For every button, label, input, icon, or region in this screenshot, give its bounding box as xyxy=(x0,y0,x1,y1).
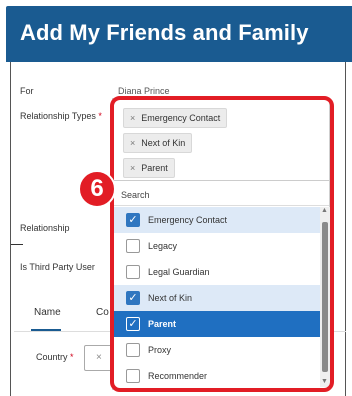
country-clear-icon[interactable]: × xyxy=(96,352,102,363)
for-value: Diana Prince xyxy=(118,86,170,96)
tab-name[interactable]: Name xyxy=(34,307,61,318)
for-label: For xyxy=(20,86,34,96)
country-label: Country * xyxy=(36,352,74,362)
step-number-badge: 6 xyxy=(78,170,116,208)
dialog-title: Add My Friends and Family xyxy=(20,20,309,45)
dialog-header: Add My Friends and Family xyxy=(6,6,352,62)
third-party-user-label: Is Third Party User xyxy=(20,262,95,272)
tab-contact[interactable]: Co xyxy=(96,307,109,318)
relationship-types-label: Relationship Types * xyxy=(20,111,102,121)
required-asterisk: * xyxy=(98,111,102,121)
relationship-label: Relationship xyxy=(20,223,70,233)
callout-highlight-box xyxy=(110,96,334,392)
